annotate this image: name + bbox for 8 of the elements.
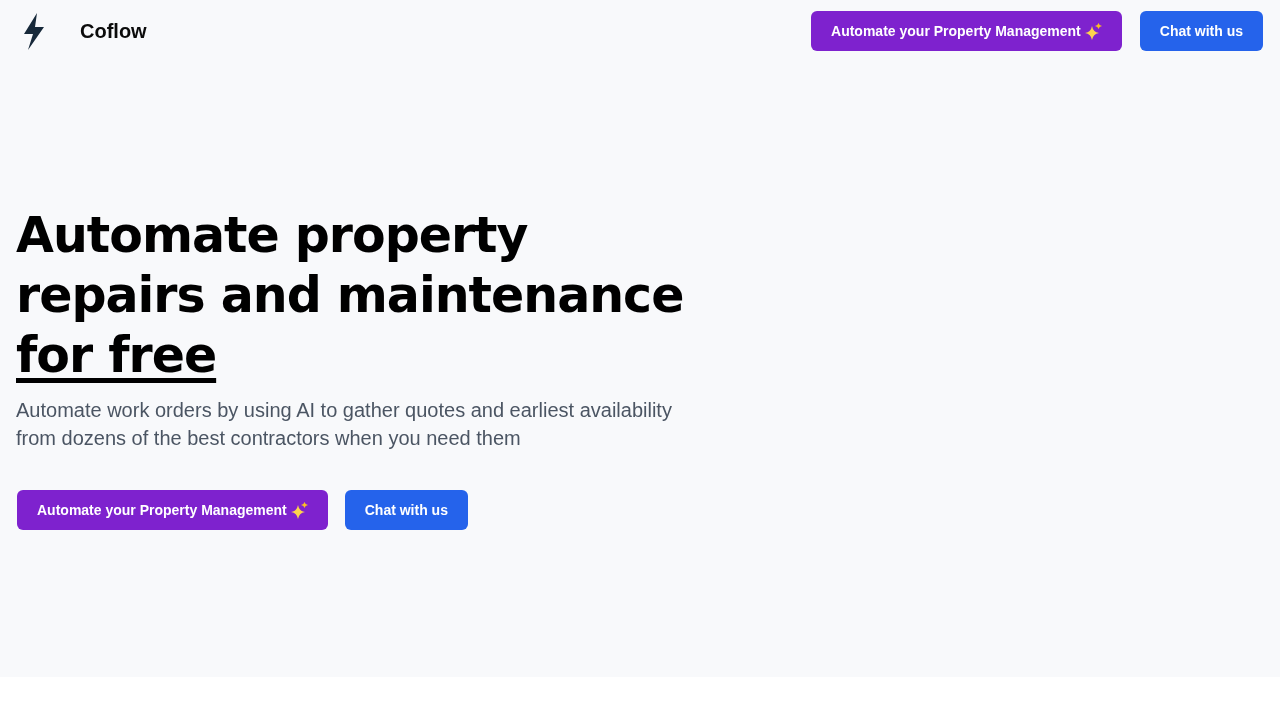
automate-button[interactable]: Automate your Property Management xyxy=(811,11,1122,51)
chat-button[interactable]: Chat with us xyxy=(1139,11,1263,51)
brand-name: Coflow xyxy=(80,19,147,43)
hero-subtitle: Automate work orders by using AI to gather quotes and earliest availability from dozens of the best contractors when you need them xyxy=(16,398,673,451)
chat-button[interactable]: Chat with us xyxy=(344,490,468,530)
automate-button[interactable]: Automate your Property Management xyxy=(17,490,328,530)
hero-heading: Automate property repairs and maintenance for free xyxy=(16,206,684,386)
lightning-bolt-icon xyxy=(22,12,46,50)
